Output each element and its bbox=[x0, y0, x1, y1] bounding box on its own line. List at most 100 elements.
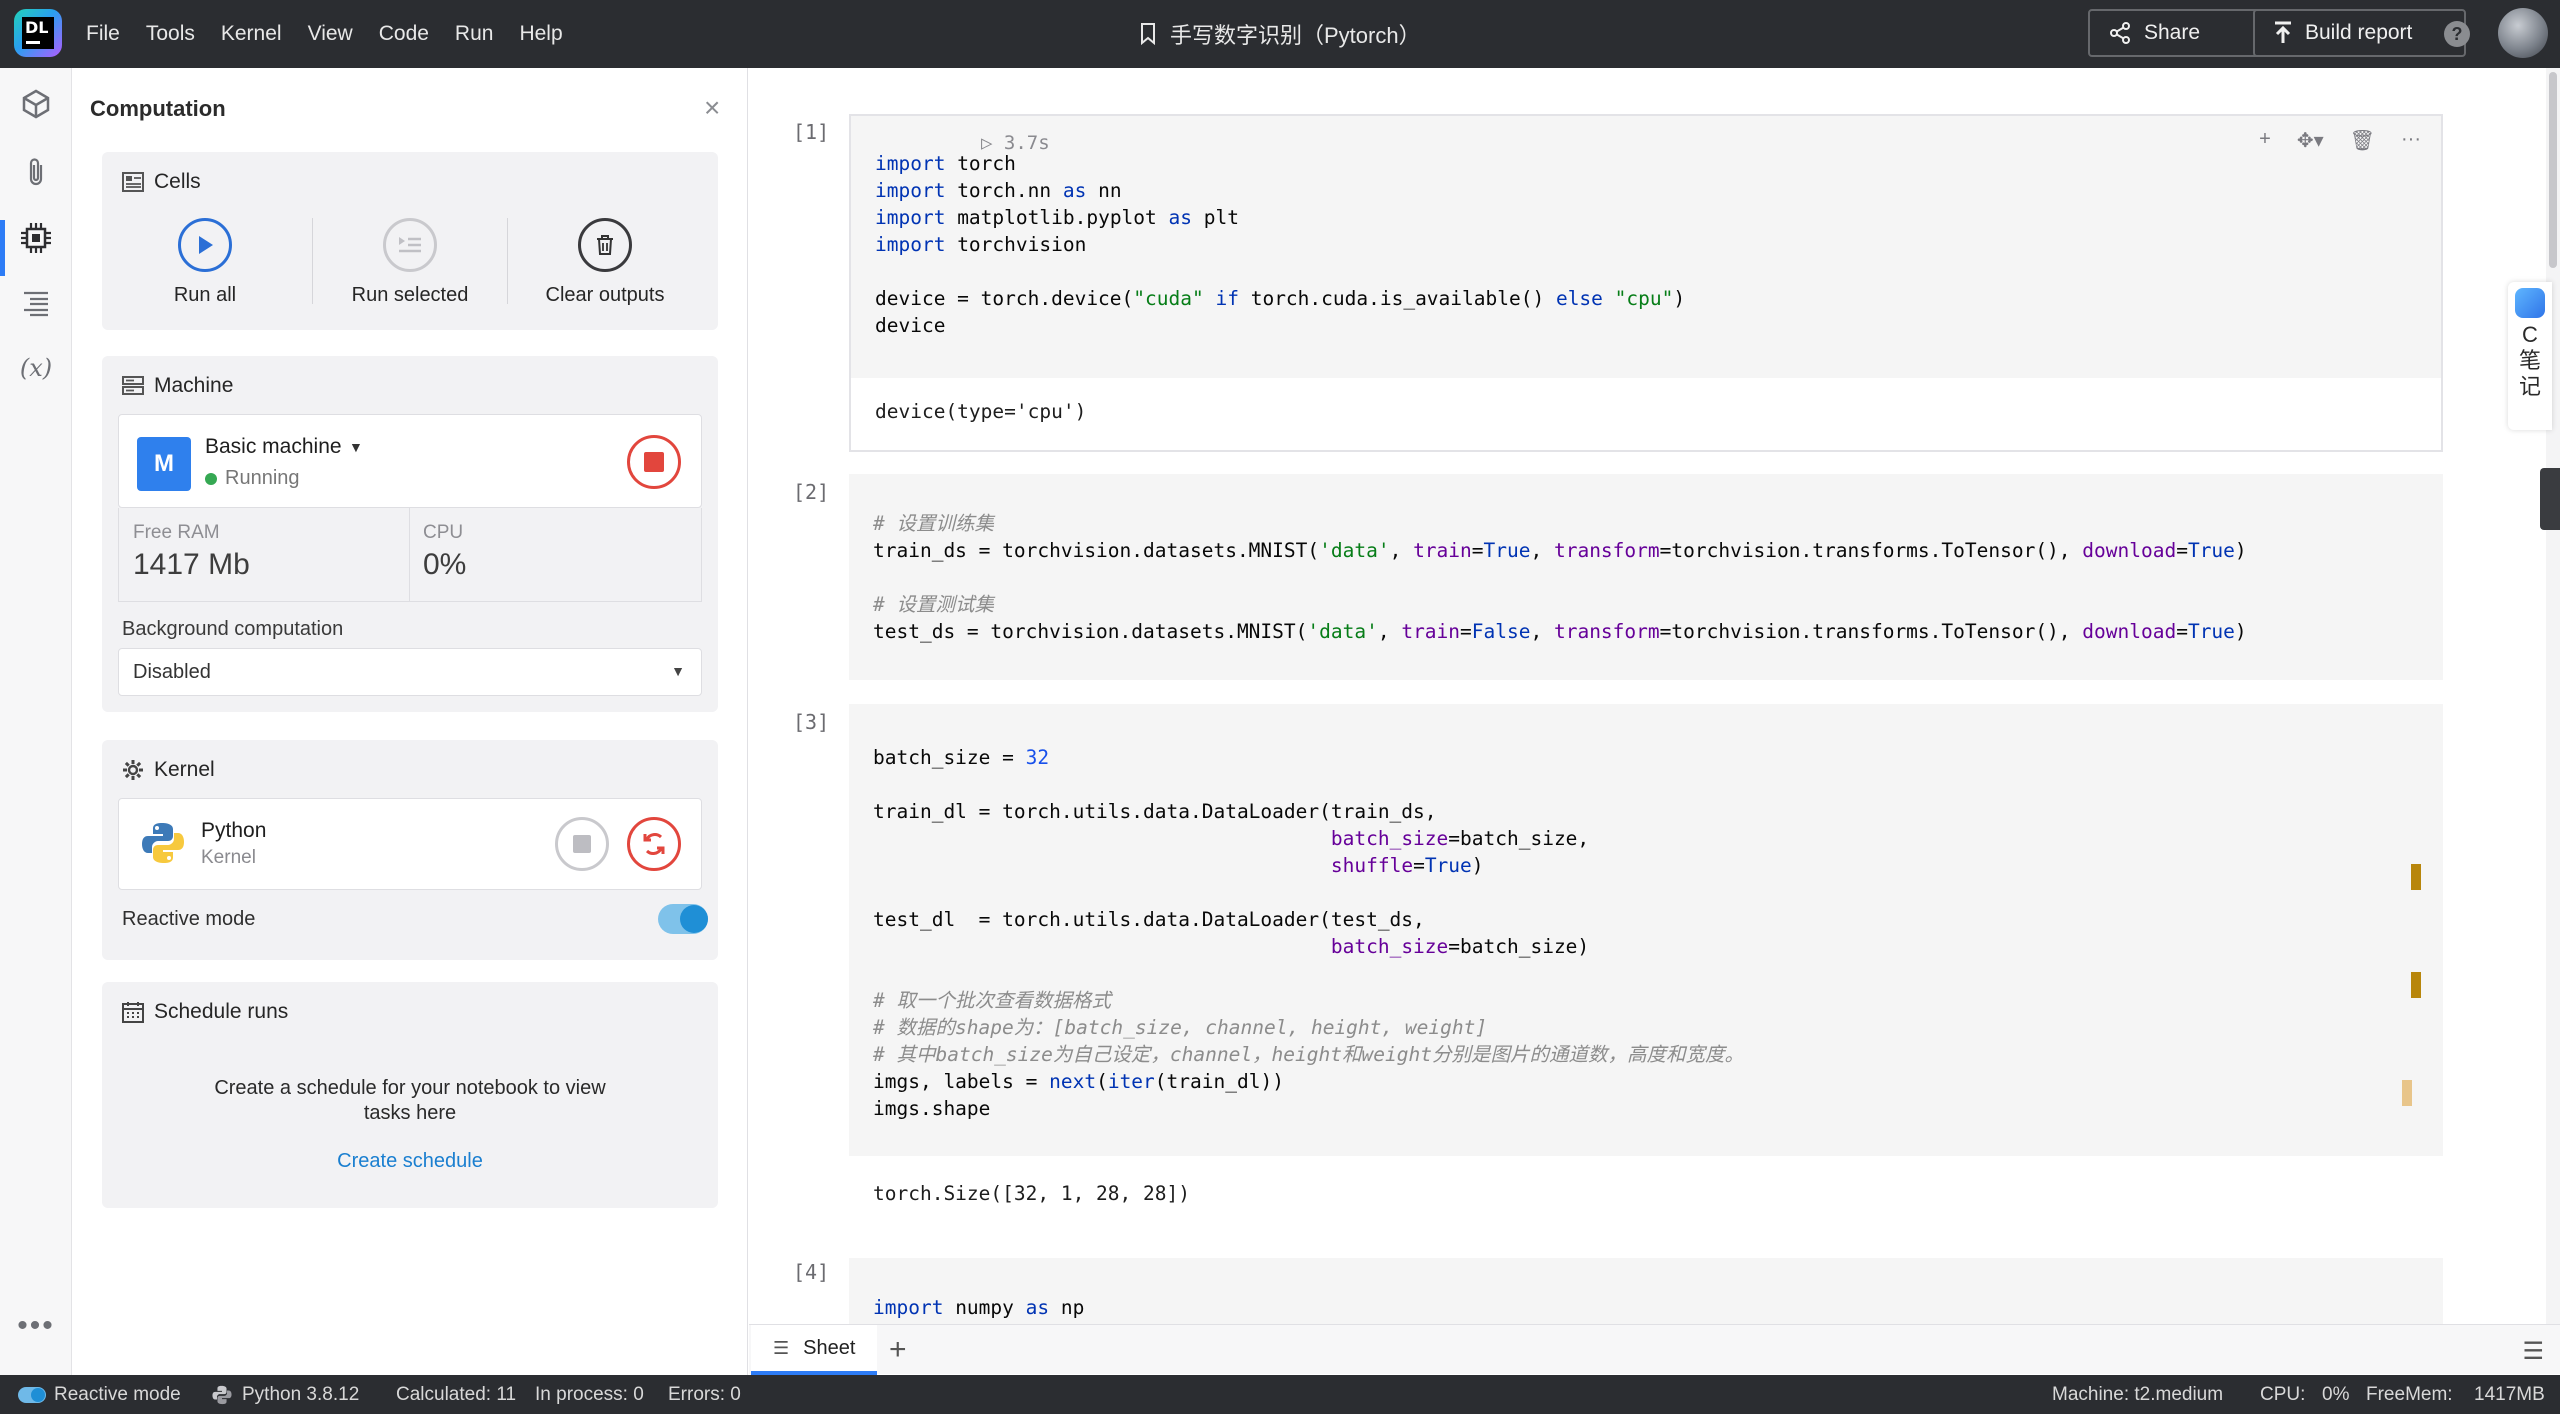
reactive-mode-toggle[interactable] bbox=[658, 904, 708, 934]
menu-bar: File Tools Kernel View Code Run Help bbox=[86, 0, 589, 68]
cells-heading: Cells bbox=[122, 170, 201, 194]
add-sheet-button[interactable]: + bbox=[889, 1333, 907, 1367]
divider bbox=[409, 508, 410, 602]
cpu-stat: CPU 0% bbox=[423, 522, 466, 582]
cell-number: [2] bbox=[793, 480, 830, 504]
menu-kernel[interactable]: Kernel bbox=[221, 22, 282, 46]
outline-icon[interactable] bbox=[18, 286, 54, 322]
machine-status: Running bbox=[205, 467, 300, 490]
code-editor[interactable]: import torch import torch.nn as nn import … bbox=[875, 150, 1685, 339]
toggle-knob bbox=[680, 905, 708, 933]
cell-output: torch.Size([32, 1, 28, 28]) bbox=[873, 1182, 1190, 1205]
status-cpu-value: 0% bbox=[2322, 1383, 2350, 1405]
notes-widget-text: 记 bbox=[2518, 374, 2541, 399]
status-freemem-label: FreeMem: bbox=[2366, 1383, 2453, 1405]
menu-view[interactable]: View bbox=[308, 22, 353, 46]
cpu-label: CPU bbox=[423, 522, 464, 543]
machine-stats: Free RAM 1417 Mb CPU 0% bbox=[118, 508, 702, 602]
schedule-empty-text: Create a schedule for your notebook to v… bbox=[214, 1077, 606, 1124]
scrollbar-thumb[interactable] bbox=[2549, 72, 2557, 268]
more-icon[interactable]: ··· bbox=[2401, 128, 2421, 153]
kernel-selector[interactable]: Python Kernel bbox=[118, 798, 702, 890]
run-all-label: Run all bbox=[173, 284, 237, 306]
create-schedule-link[interactable]: Create schedule bbox=[102, 1150, 718, 1173]
status-reactive-mode[interactable]: Reactive mode bbox=[18, 1375, 181, 1414]
warning-marker[interactable] bbox=[2411, 864, 2421, 890]
warning-marker[interactable] bbox=[2402, 1080, 2412, 1106]
cube-icon[interactable] bbox=[18, 86, 54, 122]
run-selected-button[interactable]: Run selected bbox=[315, 218, 505, 307]
sheet-list-icon[interactable]: ☰ bbox=[2522, 1337, 2544, 1366]
logo-text: DL bbox=[22, 17, 54, 49]
kernel-subtitle: Kernel bbox=[201, 847, 256, 868]
free-ram-label: Free RAM bbox=[133, 522, 220, 543]
code-cell-2[interactable]: # 设置训练集 train_ds = torchvision.datasets.M… bbox=[849, 474, 2443, 680]
interrupt-kernel-button[interactable] bbox=[555, 817, 609, 871]
toggle-icon bbox=[18, 1386, 46, 1403]
cell-output-area bbox=[851, 378, 2441, 450]
side-drawer-handle[interactable] bbox=[2540, 468, 2560, 530]
close-icon[interactable]: × bbox=[704, 92, 720, 124]
status-machine[interactable]: Machine: t2.medium bbox=[2052, 1375, 2223, 1414]
code-cell-3[interactable]: batch_size = 32 train_dl = torch.utils.d… bbox=[849, 704, 2443, 1156]
notes-widget[interactable]: C 笔 记 bbox=[2508, 282, 2552, 430]
delete-cell-icon[interactable]: 🗑 bbox=[2350, 128, 2375, 153]
more-icon[interactable]: ••• bbox=[17, 1308, 54, 1344]
code-editor[interactable]: import numpy as np bbox=[873, 1294, 1084, 1321]
clear-outputs-label: Clear outputs bbox=[545, 284, 665, 306]
free-ram-value: 1417 Mb bbox=[133, 548, 250, 581]
run-all-button[interactable]: Run all bbox=[110, 218, 300, 307]
help-icon[interactable]: ? bbox=[2444, 21, 2470, 47]
menu-code[interactable]: Code bbox=[379, 22, 429, 46]
sheet-tab-bar: ☰ Sheet + ☰ bbox=[749, 1324, 2560, 1375]
cell-type-icon[interactable]: ✥▾ bbox=[2297, 128, 2324, 153]
menu-file[interactable]: File bbox=[86, 22, 120, 46]
attachment-icon[interactable] bbox=[18, 154, 54, 190]
machine-name[interactable]: Basic machine bbox=[205, 435, 342, 459]
computation-chip-icon[interactable] bbox=[18, 220, 54, 256]
chevron-down-icon[interactable]: ▼ bbox=[349, 439, 363, 455]
sheet-tab[interactable]: ☰ Sheet bbox=[751, 1325, 877, 1375]
machine-selector[interactable]: M Basic machine ▼ Running bbox=[118, 414, 702, 508]
cell-output: device(type='cpu') bbox=[875, 400, 1087, 423]
menu-tools[interactable]: Tools bbox=[146, 22, 195, 46]
clear-outputs-button[interactable]: Clear outputs bbox=[510, 218, 700, 307]
cell-number: [1] bbox=[793, 120, 830, 144]
cells-heading-text: Cells bbox=[154, 170, 201, 193]
status-python[interactable]: Python 3.8.12 bbox=[212, 1375, 359, 1414]
top-bar: DL File Tools Kernel View Code Run Help … bbox=[0, 0, 2560, 68]
code-cell-1[interactable]: ▷ 3.7s + ✥▾ 🗑 ··· import torch import tor… bbox=[849, 114, 2443, 452]
menu-help[interactable]: Help bbox=[519, 22, 562, 46]
code-editor[interactable]: # 设置训练集 train_ds = torchvision.datasets.M… bbox=[873, 510, 2247, 645]
schedule-heading: Schedule runs bbox=[122, 1000, 288, 1024]
stop-icon bbox=[573, 835, 591, 853]
code-cell-4[interactable]: import numpy as np bbox=[849, 1258, 2443, 1324]
python-icon bbox=[212, 1385, 232, 1404]
restart-kernel-button[interactable] bbox=[627, 817, 681, 871]
kernel-heading: Kernel bbox=[122, 758, 215, 782]
status-cpu-label: CPU: bbox=[2260, 1383, 2306, 1405]
share-icon bbox=[2110, 22, 2130, 44]
schedule-heading-text: Schedule runs bbox=[154, 1000, 289, 1023]
code-editor[interactable]: batch_size = 32 train_dl = torch.utils.d… bbox=[873, 744, 1744, 1122]
stop-machine-button[interactable] bbox=[627, 435, 681, 489]
machine-status-text: Running bbox=[225, 467, 300, 489]
warning-marker[interactable] bbox=[2411, 972, 2421, 998]
variables-icon[interactable]: (x) bbox=[18, 350, 54, 386]
left-rail: (x) ••• bbox=[0, 68, 72, 1375]
user-avatar[interactable] bbox=[2498, 8, 2548, 58]
vertical-scrollbar[interactable] bbox=[2546, 68, 2560, 1324]
background-computation-label: Background computation bbox=[122, 618, 344, 640]
document-title[interactable]: 手写数字识别（Pytorch） bbox=[1140, 0, 1421, 68]
cell-number: [4] bbox=[793, 1260, 830, 1284]
machine-heading-text: Machine bbox=[154, 374, 234, 397]
add-cell-icon[interactable]: + bbox=[2259, 128, 2271, 153]
notes-logo-icon bbox=[2515, 288, 2545, 318]
menu-run[interactable]: Run bbox=[455, 22, 494, 46]
background-computation-select[interactable]: Disabled ▼ bbox=[118, 648, 702, 696]
datalore-logo[interactable]: DL bbox=[14, 9, 62, 57]
status-errors[interactable]: Errors: 0 bbox=[668, 1375, 741, 1414]
build-report-button[interactable]: Build report bbox=[2253, 9, 2466, 57]
rail-active-indicator bbox=[0, 220, 5, 276]
server-icon bbox=[122, 376, 144, 396]
